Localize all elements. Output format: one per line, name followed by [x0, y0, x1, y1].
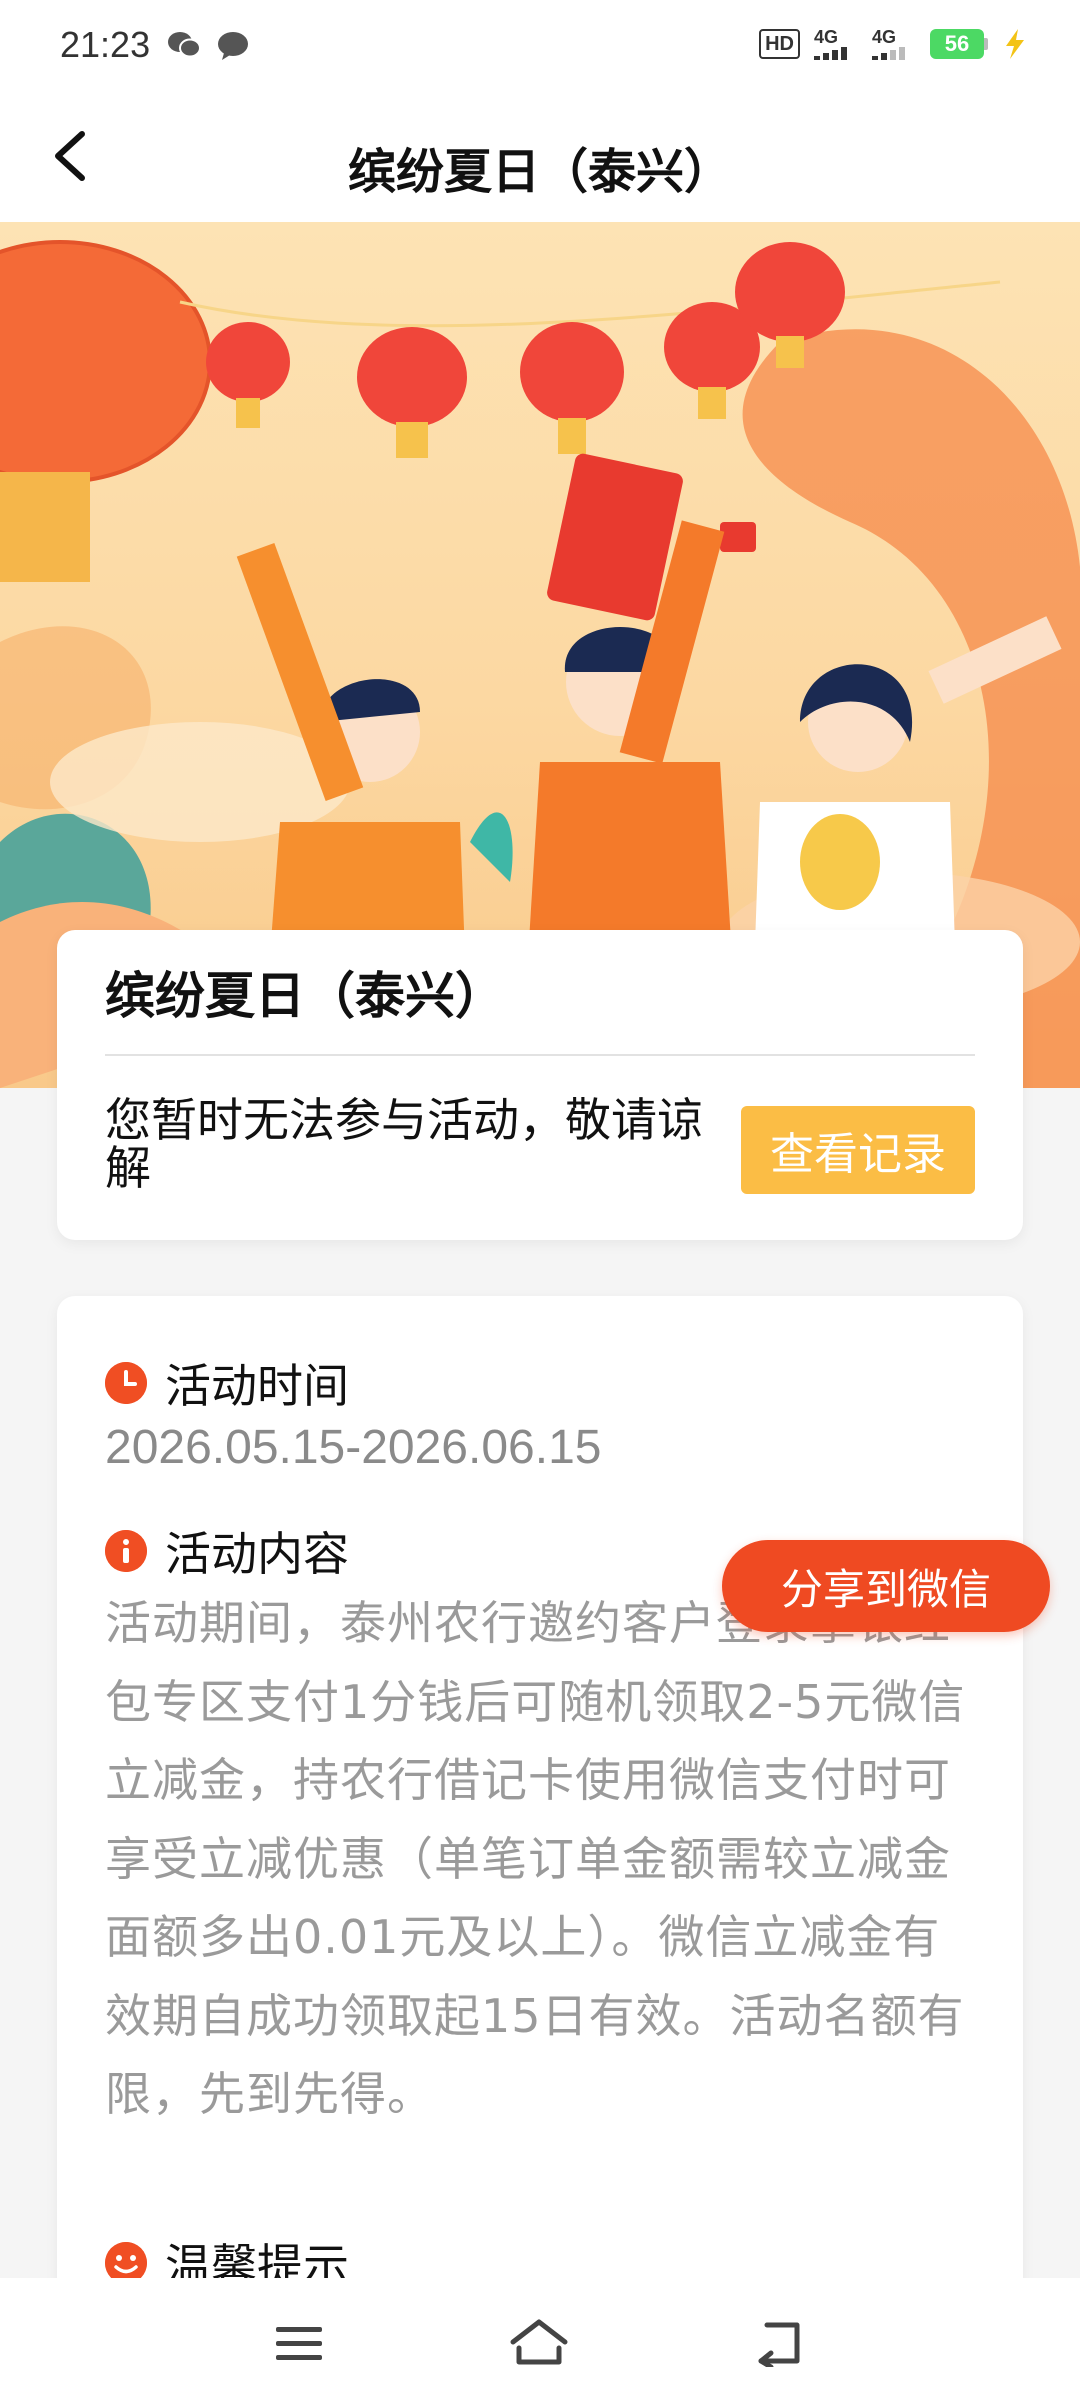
activity-status-card: 缤纷夏日（泰兴） 您暂时无法参与活动，敬请谅解 查看记录 [57, 930, 1023, 1240]
return-icon [758, 2322, 800, 2367]
signal-bars-icon [872, 47, 905, 60]
signal-2: 4G [872, 28, 916, 60]
signal-bars-icon [814, 47, 847, 60]
charging-icon [1006, 29, 1024, 59]
system-nav-bar [0, 2278, 1080, 2404]
activity-time-value: 2026.05.15-2026.06.15 [105, 1421, 602, 1474]
activity-content-text: 活动期间，泰州农行邀约客户登录掌银红包专区支付1分钱后可随机领取2-5元微信立减… [105, 1596, 966, 2121]
message-notification-icon [218, 32, 248, 60]
signal-1: 4G [814, 28, 858, 60]
menu-icon [276, 2327, 322, 2360]
activity-details-card: 活动时间 2026.05.15-2026.06.15 活动内容 活动期间，泰州农… [57, 1296, 1023, 2404]
info-icon [105, 1530, 147, 1572]
app-screen: 21:23 HD 4G 4G 56 缤纷夏日（泰兴） 缤纷夏日（泰兴） 您暂时无… [0, 0, 1080, 2404]
page-title: 缤纷夏日（泰兴） [347, 144, 732, 200]
share-to-wechat-button[interactable]: 分享到微信 [722, 1540, 1050, 1632]
lantern [206, 322, 290, 428]
home-icon [510, 2319, 568, 2365]
status-indicators: HD 4G 4G 56 [759, 28, 1028, 60]
status-time: 21:23 [60, 24, 151, 65]
home-button[interactable] [504, 2308, 574, 2378]
notification-icons [166, 30, 250, 62]
hd-voice-icon: HD [759, 29, 800, 59]
ineligible-message: 您暂时无法参与活动，敬请谅解 [105, 1093, 703, 1195]
back-nav-button[interactable] [744, 2308, 814, 2378]
battery-icon: 56 [930, 29, 988, 59]
activity-content-heading: 活动内容 [105, 1518, 349, 1584]
nav-bar: 缤纷夏日（泰兴） [0, 96, 1080, 222]
activity-time-heading: 活动时间 [105, 1350, 349, 1416]
activity-title: 缤纷夏日（泰兴） [105, 967, 505, 1025]
wechat-notification-icon [168, 32, 201, 58]
clock-icon [105, 1362, 147, 1404]
lantern [520, 322, 624, 454]
view-records-button[interactable]: 查看记录 [741, 1106, 975, 1194]
menu-button[interactable] [264, 2308, 334, 2378]
lantern [357, 327, 467, 458]
divider [105, 1054, 975, 1056]
status-bar: 21:23 HD 4G 4G 56 [0, 0, 1080, 96]
